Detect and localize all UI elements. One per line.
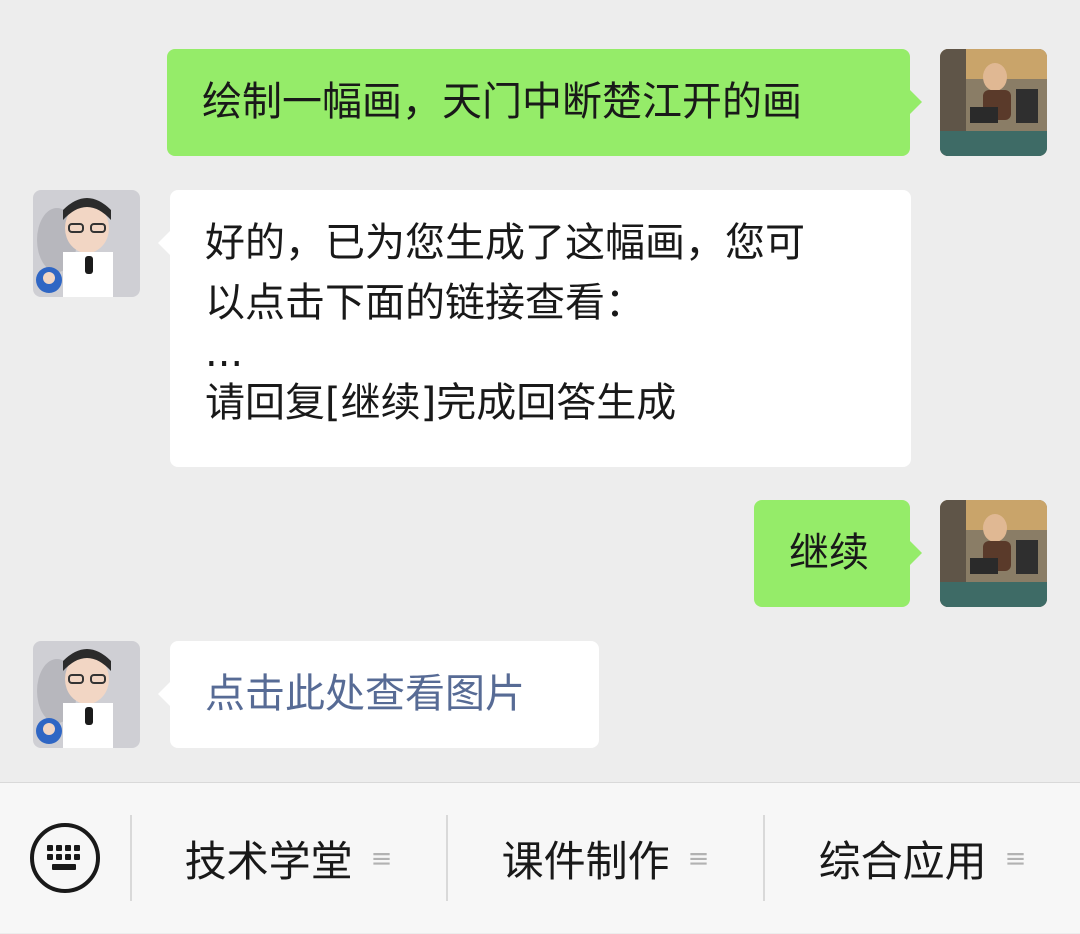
- menu-item-label: 技术学堂: [184, 837, 353, 886]
- message-text: 绘制一幅画，天门中断楚江开的画: [202, 79, 802, 125]
- user-avatar-image: [940, 49, 1047, 156]
- user-avatar[interactable]: [940, 500, 1047, 607]
- bot-avatar[interactable]: [33, 641, 140, 748]
- keyboard-icon: [47, 845, 80, 870]
- bot-avatar[interactable]: [33, 190, 140, 297]
- menu-item-comprehensive[interactable]: 综合应用 ≡: [765, 783, 1080, 934]
- message-text-line: 以点击下面的链接查看：: [205, 280, 645, 326]
- view-image-link[interactable]: 点击此处查看图片: [205, 664, 599, 724]
- bottom-menu-bar: 技术学堂 ≡ 课件制作 ≡ 综合应用 ≡: [0, 782, 1080, 933]
- received-message-bubble: 点击此处查看图片: [158, 641, 599, 748]
- message-text-line: 请回复[继续]完成回答生成: [205, 380, 677, 426]
- user-avatar[interactable]: [940, 49, 1047, 156]
- user-avatar-image: [940, 500, 1047, 607]
- sent-message-bubble[interactable]: 绘制一幅画，天门中断楚江开的画: [167, 49, 922, 156]
- menu-item-courseware[interactable]: 课件制作 ≡: [448, 783, 763, 934]
- message-text-line: ...: [205, 330, 244, 376]
- message-text-line: 好的，已为您生成了这幅画，您可: [205, 220, 805, 266]
- bot-avatar-image: [33, 641, 140, 748]
- sent-message-bubble[interactable]: 继续: [754, 500, 922, 607]
- menu-item-tech-school[interactable]: 技术学堂 ≡: [131, 783, 446, 934]
- received-message-bubble[interactable]: 好的，已为您生成了这幅画，您可 以点击下面的链接查看： ... 请回复[继续]完…: [158, 190, 911, 467]
- message-text: 继续: [789, 530, 869, 576]
- submenu-icon: ≡: [370, 843, 393, 874]
- keyboard-toggle-button[interactable]: [30, 823, 100, 893]
- submenu-icon: ≡: [687, 843, 710, 874]
- chat-area: 绘制一幅画，天门中断楚江开的画 好的，已为您生成了这幅画，您可 以点击下面的链接…: [0, 0, 1080, 782]
- bot-avatar-image: [33, 190, 140, 297]
- menu-item-label: 课件制作: [501, 837, 670, 886]
- submenu-icon: ≡: [1004, 843, 1027, 874]
- menu-item-label: 综合应用: [818, 837, 987, 886]
